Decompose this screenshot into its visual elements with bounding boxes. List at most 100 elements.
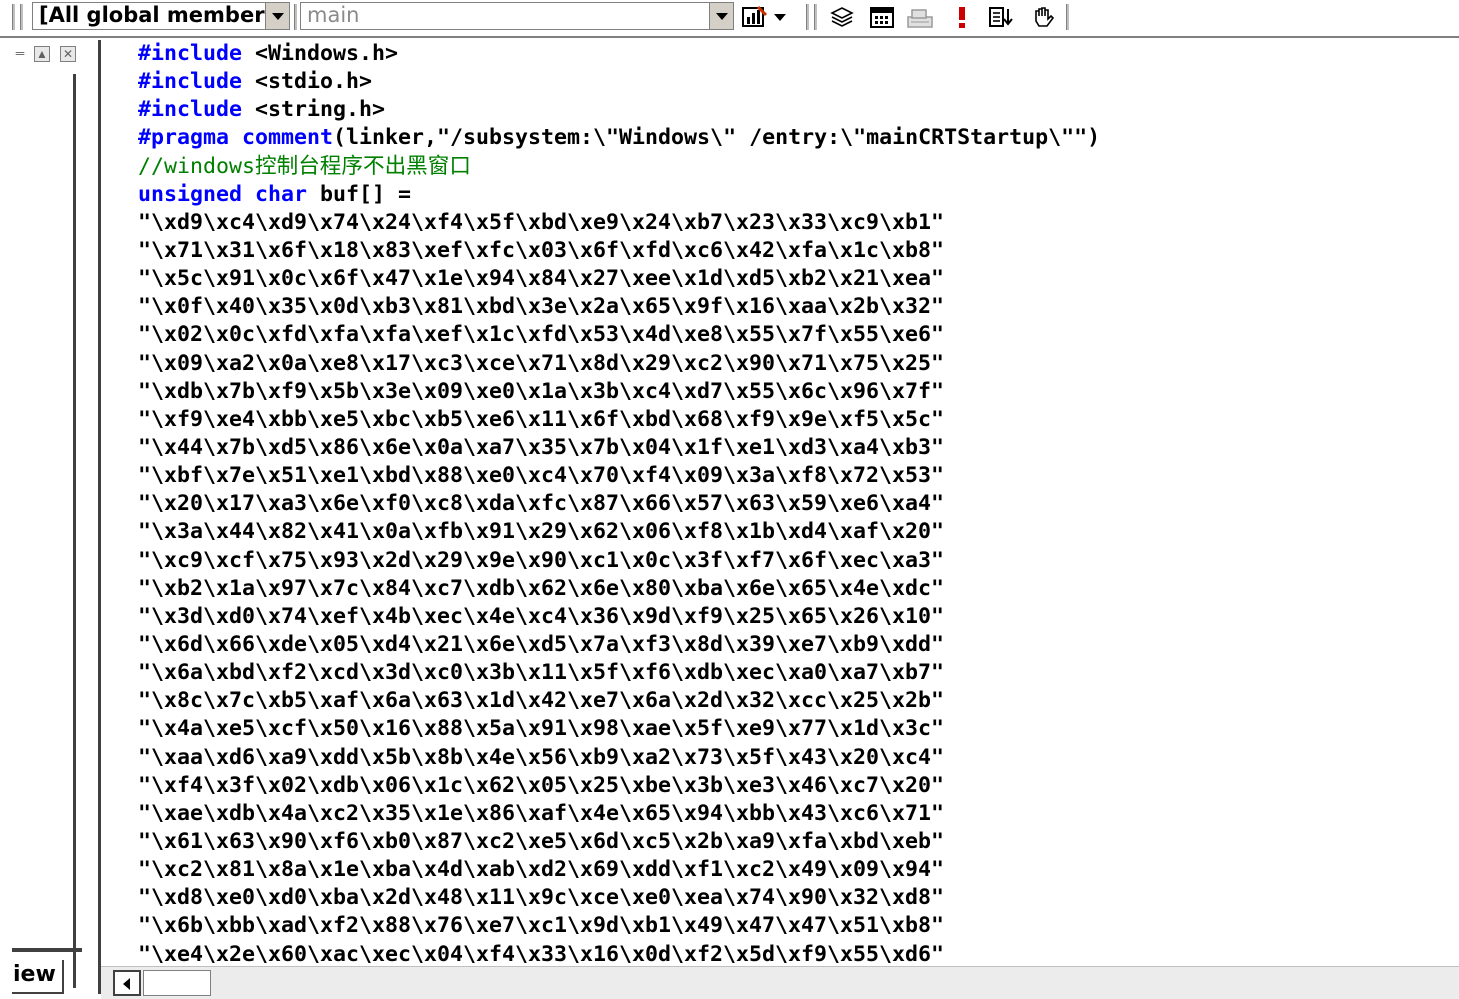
code-token: "\xc2\x81\x8a\x1e\xba\x4d\xab\xd2\x69\xd… bbox=[138, 857, 945, 883]
scope-combo[interactable]: [All global members bbox=[32, 2, 290, 30]
minimize-icon[interactable]: ═ bbox=[12, 46, 28, 62]
code-line[interactable]: "\x20\x17\xa3\x6e\xf0\xc8\xda\xfc\x87\x6… bbox=[138, 490, 1100, 518]
code-keyword: unsigned bbox=[138, 181, 243, 207]
code-keyword: char bbox=[255, 181, 308, 207]
code-keyword: comment bbox=[242, 125, 334, 151]
toolbar-grip[interactable] bbox=[806, 4, 810, 30]
code-token: (linker,"/subsystem:\"Windows\" /entry:\… bbox=[333, 125, 1101, 151]
code-line[interactable]: "\x4a\xe5\xcf\x50\x16\x88\x5a\x91\x98\xa… bbox=[138, 715, 1100, 743]
code-line[interactable]: #pragma comment(linker,"/subsystem:\"Win… bbox=[138, 124, 1100, 152]
toolbar-grip[interactable] bbox=[294, 4, 298, 30]
code-line[interactable]: "\x8c\x7c\xb5\xaf\x6a\x63\x1d\x42\xe7\x6… bbox=[138, 687, 1100, 715]
code-token: "\x3d\xd0\x74\xef\x4b\xec\x4e\xc4\x36\x9… bbox=[138, 603, 945, 629]
code-line[interactable]: "\x71\x31\x6f\x18\x83\xef\xfc\x03\x6f\xf… bbox=[138, 237, 1100, 265]
code-line[interactable]: "\xd9\xc4\xd9\x74\x24\xf4\x5f\xbd\xe9\x2… bbox=[138, 209, 1100, 237]
workspace-tree[interactable] bbox=[12, 74, 76, 988]
code-line[interactable]: "\xc2\x81\x8a\x1e\xba\x4d\xab\xd2\x69\xd… bbox=[138, 856, 1100, 884]
code-token: "\x5c\x91\x0c\x6f\x47\x1e\x94\x84\x27\xe… bbox=[138, 266, 945, 292]
code-token: "\xf9\xe4\xbb\xe5\xbc\xb5\xe6\x11\x6f\xb… bbox=[138, 406, 945, 432]
code-token: "\x4a\xe5\xcf\x50\x16\x88\x5a\x91\x98\xa… bbox=[138, 716, 945, 742]
code-token: "\xf4\x3f\x02\xdb\x06\x1c\x62\x05\x25\xb… bbox=[138, 772, 945, 798]
maximize-icon[interactable]: ▲ bbox=[34, 46, 50, 62]
toolbar-grip[interactable] bbox=[1066, 4, 1070, 30]
dropdown-arrow-icon[interactable] bbox=[772, 4, 788, 30]
code-token: <stdio.h> bbox=[242, 69, 373, 95]
code-token: "\xdb\x7b\xf9\x5b\x3e\x09\xe0\x1a\x3b\xc… bbox=[138, 378, 945, 404]
code-token: "\x61\x63\x90\xf6\xb0\x87\xc2\xe5\x6d\xc… bbox=[138, 828, 945, 854]
code-line[interactable]: "\xf4\x3f\x02\xdb\x06\x1c\x62\x05\x25\xb… bbox=[138, 772, 1100, 800]
code-line[interactable]: "\xd8\xe0\xd0\xba\x2d\x48\x11\x9c\xce\xe… bbox=[138, 884, 1100, 912]
chevron-down-icon[interactable] bbox=[265, 3, 289, 29]
code-token: "\x8c\x7c\xb5\xaf\x6a\x63\x1d\x42\xe7\x6… bbox=[138, 688, 945, 714]
code-line[interactable]: "\xf9\xe4\xbb\xe5\xbc\xb5\xe6\x11\x6f\xb… bbox=[138, 406, 1100, 434]
code-token: "\x20\x17\xa3\x6e\xf0\xc8\xda\xfc\x87\x6… bbox=[138, 491, 945, 517]
scroll-left-icon[interactable] bbox=[113, 970, 141, 996]
code-token: "\xd9\xc4\xd9\x74\x24\xf4\x5f\xbd\xe9\x2… bbox=[138, 209, 945, 235]
build-icon[interactable] bbox=[906, 4, 934, 30]
toolbar-grip[interactable] bbox=[12, 4, 16, 30]
code-editor[interactable]: #include <Windows.h> #include <stdio.h> #i… bbox=[101, 40, 1459, 966]
code-line[interactable]: #include <Windows.h> bbox=[138, 40, 1100, 68]
exclamation-icon[interactable] bbox=[948, 4, 976, 30]
code-token: "\xb2\x1a\x97\x7c\x84\xc7\xdb\x62\x6e\x8… bbox=[138, 575, 945, 601]
code-token: <Windows.h> bbox=[242, 41, 399, 66]
workspace-pane: ═ ▲ ✕ iew bbox=[12, 40, 82, 994]
code-line[interactable]: "\xdb\x7b\xf9\x5b\x3e\x09\xe0\x1a\x3b\xc… bbox=[138, 378, 1100, 406]
code-comment: //windows控制台程序不出黑窗口 bbox=[138, 153, 471, 179]
wizard-bars-icon[interactable] bbox=[740, 4, 768, 30]
scroll-thumb[interactable] bbox=[143, 970, 211, 996]
code-line[interactable]: "\x44\x7b\xd5\x86\x6e\x0a\xa7\x35\x7b\x0… bbox=[138, 434, 1100, 462]
code-token: "\xaa\xd6\xa9\xdd\x5b\x8b\x4e\x56\xb9\xa… bbox=[138, 744, 945, 770]
code-line[interactable]: "\x5c\x91\x0c\x6f\x47\x1e\x94\x84\x27\xe… bbox=[138, 265, 1100, 293]
code-line[interactable]: "\x3d\xd0\x74\xef\x4b\xec\x4e\xc4\x36\x9… bbox=[138, 603, 1100, 631]
code-line[interactable]: #include <string.h> bbox=[138, 96, 1100, 124]
code-line[interactable]: "\x0f\x40\x35\x0d\xb3\x81\xbd\x3e\x2a\x6… bbox=[138, 293, 1100, 321]
code-token: "\x02\x0c\xfd\xfa\xfa\xef\x1c\xfd\x53\x4… bbox=[138, 322, 945, 348]
toolbar-grip[interactable] bbox=[20, 4, 24, 30]
code-token: "\xe4\x2e\x60\xac\xec\x04\xf4\x33\x16\x0… bbox=[138, 941, 945, 967]
code-line[interactable]: "\x09\xa2\x0a\xe8\x17\xc3\xce\x71\x8d\x2… bbox=[138, 350, 1100, 378]
chevron-down-icon[interactable] bbox=[709, 3, 733, 29]
stack-icon[interactable] bbox=[828, 4, 856, 30]
function-combo-value: main bbox=[307, 3, 360, 27]
code-line[interactable]: "\x6a\xbd\xf2\xcd\x3d\xc0\x3b\x11\x5f\xf… bbox=[138, 659, 1100, 687]
code-line[interactable]: //windows控制台程序不出黑窗口 bbox=[138, 153, 1100, 181]
code-keyword: #include bbox=[138, 69, 243, 95]
code-token: "\x6a\xbd\xf2\xcd\x3d\xc0\x3b\x11\x5f\xf… bbox=[138, 660, 945, 686]
code-text[interactable]: #include <Windows.h> #include <stdio.h> #i… bbox=[138, 40, 1100, 966]
function-combo[interactable]: main bbox=[300, 2, 734, 30]
close-icon[interactable]: ✕ bbox=[60, 46, 76, 62]
toolbar-grip[interactable] bbox=[814, 4, 818, 30]
horizontal-scrollbar[interactable] bbox=[101, 966, 1459, 999]
code-line[interactable]: "\x6d\x66\xde\x05\xd4\x21\x6e\xd5\x7a\xf… bbox=[138, 631, 1100, 659]
code-line[interactable]: "\xaa\xd6\xa9\xdd\x5b\x8b\x4e\x56\xb9\xa… bbox=[138, 744, 1100, 772]
tab-view-label: iew bbox=[13, 962, 56, 987]
code-token: <string.h> bbox=[242, 97, 386, 123]
code-token: "\xae\xdb\x4a\xc2\x35\x1e\x86\xaf\x4e\x6… bbox=[138, 800, 945, 826]
code-line[interactable]: "\xae\xdb\x4a\xc2\x35\x1e\x86\xaf\x4e\x6… bbox=[138, 800, 1100, 828]
code-line[interactable]: "\x61\x63\x90\xf6\xb0\x87\xc2\xe5\x6d\xc… bbox=[138, 828, 1100, 856]
tab-view[interactable]: iew bbox=[12, 960, 64, 994]
code-line[interactable]: "\xc9\xcf\x75\x93\x2d\x29\x9e\x90\xc1\x0… bbox=[138, 547, 1100, 575]
code-line[interactable]: "\xe4\x2e\x60\xac\xec\x04\xf4\x33\x16\x0… bbox=[138, 941, 1100, 967]
code-line[interactable]: "\x02\x0c\xfd\xfa\xfa\xef\x1c\xfd\x53\x4… bbox=[138, 321, 1100, 349]
step-list-icon[interactable] bbox=[988, 4, 1016, 30]
calendar-icon[interactable] bbox=[868, 4, 896, 30]
code-line[interactable]: "\xb2\x1a\x97\x7c\x84\xc7\xdb\x62\x6e\x8… bbox=[138, 575, 1100, 603]
code-line[interactable]: "\xbf\x7e\x51\xe1\xbd\x88\xe0\xc4\x70\xf… bbox=[138, 462, 1100, 490]
workspace-pane-controls: ═ ▲ ✕ bbox=[12, 40, 82, 70]
code-line[interactable]: unsigned char buf[] = bbox=[138, 181, 1100, 209]
code-line[interactable]: "\x3a\x44\x82\x41\x0a\xfb\x91\x29\x62\x0… bbox=[138, 518, 1100, 546]
code-line[interactable]: "\x6b\xbb\xad\xf2\x88\x76\xe7\xc1\x9d\xb… bbox=[138, 912, 1100, 940]
code-keyword: #include bbox=[138, 41, 243, 66]
code-token: "\x6d\x66\xde\x05\xd4\x21\x6e\xd5\x7a\xf… bbox=[138, 631, 945, 657]
hand-icon[interactable] bbox=[1030, 4, 1058, 30]
code-token: "\x3a\x44\x82\x41\x0a\xfb\x91\x29\x62\x0… bbox=[138, 519, 945, 545]
code-line[interactable]: #include <stdio.h> bbox=[138, 68, 1100, 96]
code-token: "\x0f\x40\x35\x0d\xb3\x81\xbd\x3e\x2a\x6… bbox=[138, 294, 945, 320]
toolbar: [All global members main bbox=[0, 0, 1459, 38]
code-keyword: #pragma bbox=[138, 125, 230, 151]
code-token: "\x6b\xbb\xad\xf2\x88\x76\xe7\xc1\x9d\xb… bbox=[138, 913, 945, 939]
